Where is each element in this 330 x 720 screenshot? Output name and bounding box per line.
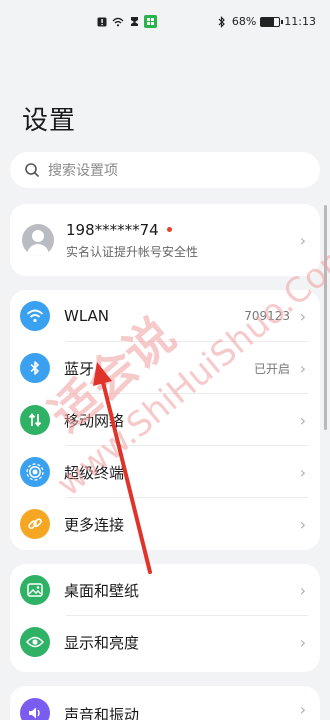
bluetooth-icon bbox=[216, 15, 228, 28]
settings-item-mobile-network[interactable]: 移动网络 › bbox=[10, 394, 320, 446]
settings-item-label: 更多连接 bbox=[64, 515, 125, 534]
settings-item-wallpaper[interactable]: 桌面和壁纸 › bbox=[10, 564, 320, 616]
settings-item-value: 709123 bbox=[244, 309, 290, 323]
battery-icon bbox=[260, 16, 284, 27]
account-name: 198******74 bbox=[66, 220, 159, 239]
settings-item-bluetooth[interactable]: 蓝牙 已开启 › bbox=[10, 342, 320, 394]
settings-item-wlan[interactable]: WLAN 709123 › bbox=[10, 290, 320, 342]
settings-item-display-brightness[interactable]: 显示和亮度 › bbox=[10, 616, 320, 668]
settings-item-label: WLAN bbox=[64, 307, 110, 325]
avatar bbox=[22, 224, 54, 256]
super-device-icon bbox=[20, 457, 50, 487]
status-bar: 68% 11:13 bbox=[0, 0, 330, 44]
sound-group: 声音和振动 › bbox=[10, 686, 320, 720]
bluetooth-icon bbox=[20, 353, 50, 383]
settings-item-sound-vibration[interactable]: 声音和振动 › bbox=[10, 686, 320, 720]
wallpaper-icon bbox=[20, 575, 50, 605]
eye-icon bbox=[20, 627, 50, 657]
wifi-icon bbox=[20, 301, 50, 331]
account-card[interactable]: 198******74 实名认证提升帐号安全性 › bbox=[10, 204, 320, 276]
chevron-right-icon: › bbox=[299, 358, 306, 378]
settings-item-label: 蓝牙 bbox=[64, 359, 95, 378]
chevron-right-icon: › bbox=[299, 514, 306, 534]
battery-fill bbox=[261, 17, 274, 26]
status-system-icons: 68% 11:13 bbox=[216, 15, 316, 28]
speaker-icon bbox=[20, 698, 50, 720]
settings-item-label: 超级终端 bbox=[64, 463, 125, 482]
clock: 11:13 bbox=[284, 15, 316, 28]
settings-item-label: 显示和亮度 bbox=[64, 633, 140, 652]
chevron-right-icon: › bbox=[299, 230, 306, 250]
notification-dot bbox=[166, 227, 172, 232]
search-input[interactable]: 搜索设置项 bbox=[10, 152, 320, 188]
search-placeholder: 搜索设置项 bbox=[48, 163, 118, 179]
sim-icon bbox=[128, 16, 140, 28]
settings-item-label: 桌面和壁纸 bbox=[64, 581, 140, 600]
mobile-data-icon bbox=[20, 405, 50, 435]
chevron-right-icon: › bbox=[299, 700, 306, 719]
settings-item-super-device[interactable]: 超级终端 › bbox=[10, 446, 320, 498]
search-icon bbox=[25, 163, 39, 177]
settings-item-label: 移动网络 bbox=[64, 411, 125, 430]
chevron-right-icon: › bbox=[299, 632, 306, 652]
app-badge-icon bbox=[144, 15, 157, 28]
display-group: 桌面和壁纸 › 显示和亮度 › bbox=[10, 564, 320, 672]
link-icon bbox=[20, 509, 50, 539]
wifi-small-icon bbox=[112, 16, 124, 28]
connectivity-group: WLAN 709123 › 蓝牙 已开启 › 移动网络 › 超级终端 › 更多连… bbox=[10, 290, 320, 550]
battery-percent: 68% bbox=[231, 15, 257, 28]
chevron-right-icon: › bbox=[299, 462, 306, 482]
settings-item-label: 声音和振动 bbox=[64, 706, 140, 720]
account-subtitle: 实名认证提升帐号安全性 bbox=[66, 244, 199, 259]
chevron-right-icon: › bbox=[299, 410, 306, 430]
chevron-right-icon: › bbox=[299, 580, 306, 600]
chevron-right-icon: › bbox=[299, 306, 306, 326]
scrollbar[interactable] bbox=[324, 205, 327, 430]
alert-icon bbox=[96, 16, 108, 28]
page-title: 设置 bbox=[22, 106, 77, 136]
status-notification-icons bbox=[96, 15, 157, 28]
settings-item-more-connections[interactable]: 更多连接 › bbox=[10, 498, 320, 550]
settings-item-value: 已开启 bbox=[253, 361, 290, 376]
